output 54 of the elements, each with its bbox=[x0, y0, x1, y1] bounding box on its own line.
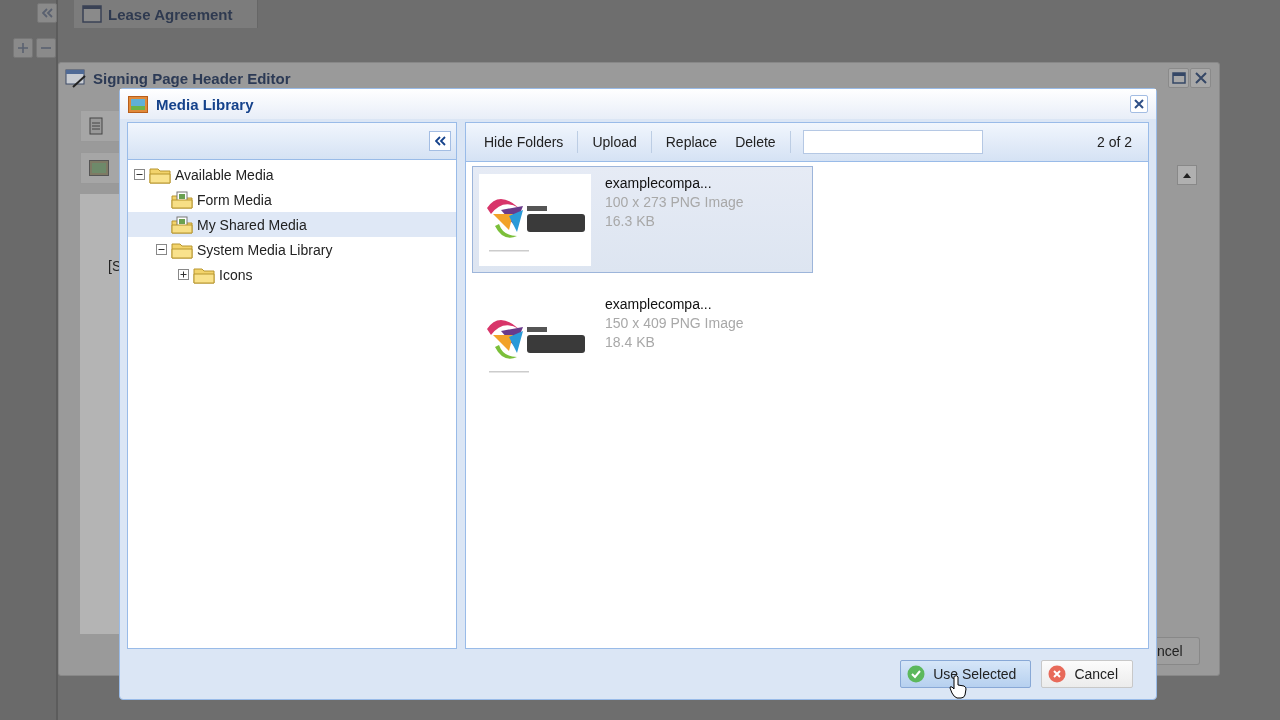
search-field[interactable] bbox=[802, 130, 983, 154]
folder-icon bbox=[171, 240, 193, 259]
folder-icon bbox=[193, 265, 215, 284]
expand-icon bbox=[178, 269, 189, 280]
close-icon bbox=[1194, 72, 1207, 84]
file-dimensions: 100 x 273 PNG Image bbox=[605, 194, 744, 212]
tree-item[interactable]: Icons bbox=[128, 262, 456, 287]
plus-icon bbox=[18, 43, 28, 53]
collapse-icon bbox=[156, 244, 167, 255]
document-icon bbox=[82, 5, 102, 23]
tree-item[interactable]: Form Media bbox=[128, 187, 456, 212]
page-icon bbox=[89, 117, 103, 135]
file-size: 16.3 KB bbox=[605, 213, 656, 231]
double-chevron-icon bbox=[434, 135, 446, 147]
file-name: examplecompa... bbox=[605, 175, 713, 193]
image-icon bbox=[89, 160, 109, 176]
cancel-icon bbox=[1048, 665, 1067, 683]
image-folder-icon bbox=[171, 215, 193, 234]
toolbar-button[interactable]: Hide Folders bbox=[480, 134, 568, 150]
toolbar-button[interactable]: Delete bbox=[731, 134, 780, 150]
folder-icon bbox=[149, 165, 171, 184]
picture-icon bbox=[128, 95, 148, 113]
media-item[interactable]: examplecompa... 100 x 273 PNG Image 16.3 KB bbox=[472, 166, 813, 273]
dialog-title: Media Library bbox=[156, 95, 255, 113]
sidebar-tab[interactable] bbox=[80, 110, 120, 142]
media-item[interactable]: examplecompa... 150 x 409 PNG Image 18.4 KB bbox=[472, 287, 813, 394]
page-count: 2 of 2 bbox=[1096, 134, 1133, 150]
tab-label: Lease Agreement bbox=[108, 5, 233, 23]
tree-item[interactable]: System Media Library bbox=[128, 237, 456, 262]
close-button[interactable] bbox=[1190, 68, 1211, 88]
maximize-icon bbox=[1171, 72, 1186, 84]
image-folder-icon bbox=[171, 190, 193, 209]
close-button[interactable] bbox=[1130, 95, 1148, 113]
window-title: Signing Page Header Editor bbox=[93, 69, 291, 87]
up-arrow-icon bbox=[1183, 172, 1191, 178]
editor-icon bbox=[65, 68, 87, 88]
sidebar-tab[interactable] bbox=[80, 152, 120, 184]
close-icon bbox=[1134, 99, 1144, 109]
collapse-button[interactable] bbox=[429, 131, 451, 151]
toolbar-button[interactable]: Replace bbox=[661, 134, 722, 150]
check-icon bbox=[907, 665, 926, 683]
toolbar-button[interactable]: Upload bbox=[588, 134, 641, 150]
double-chevron-icon bbox=[41, 7, 53, 19]
file-size: 18.4 KB bbox=[605, 334, 656, 352]
tree-item[interactable]: My Shared Media bbox=[128, 212, 456, 237]
maximize-button[interactable] bbox=[1168, 68, 1189, 88]
minus-icon bbox=[41, 47, 51, 49]
collapse-icon bbox=[134, 169, 145, 180]
cancel-button[interactable]: Cancel bbox=[1041, 660, 1133, 688]
file-dimensions: 150 x 409 PNG Image bbox=[605, 315, 744, 333]
scroll-up-button[interactable] bbox=[1177, 165, 1197, 185]
tree-item[interactable]: Available Media bbox=[128, 162, 456, 187]
file-name: examplecompa... bbox=[605, 296, 713, 314]
cancel-button[interactable]: ncel bbox=[1157, 637, 1200, 665]
